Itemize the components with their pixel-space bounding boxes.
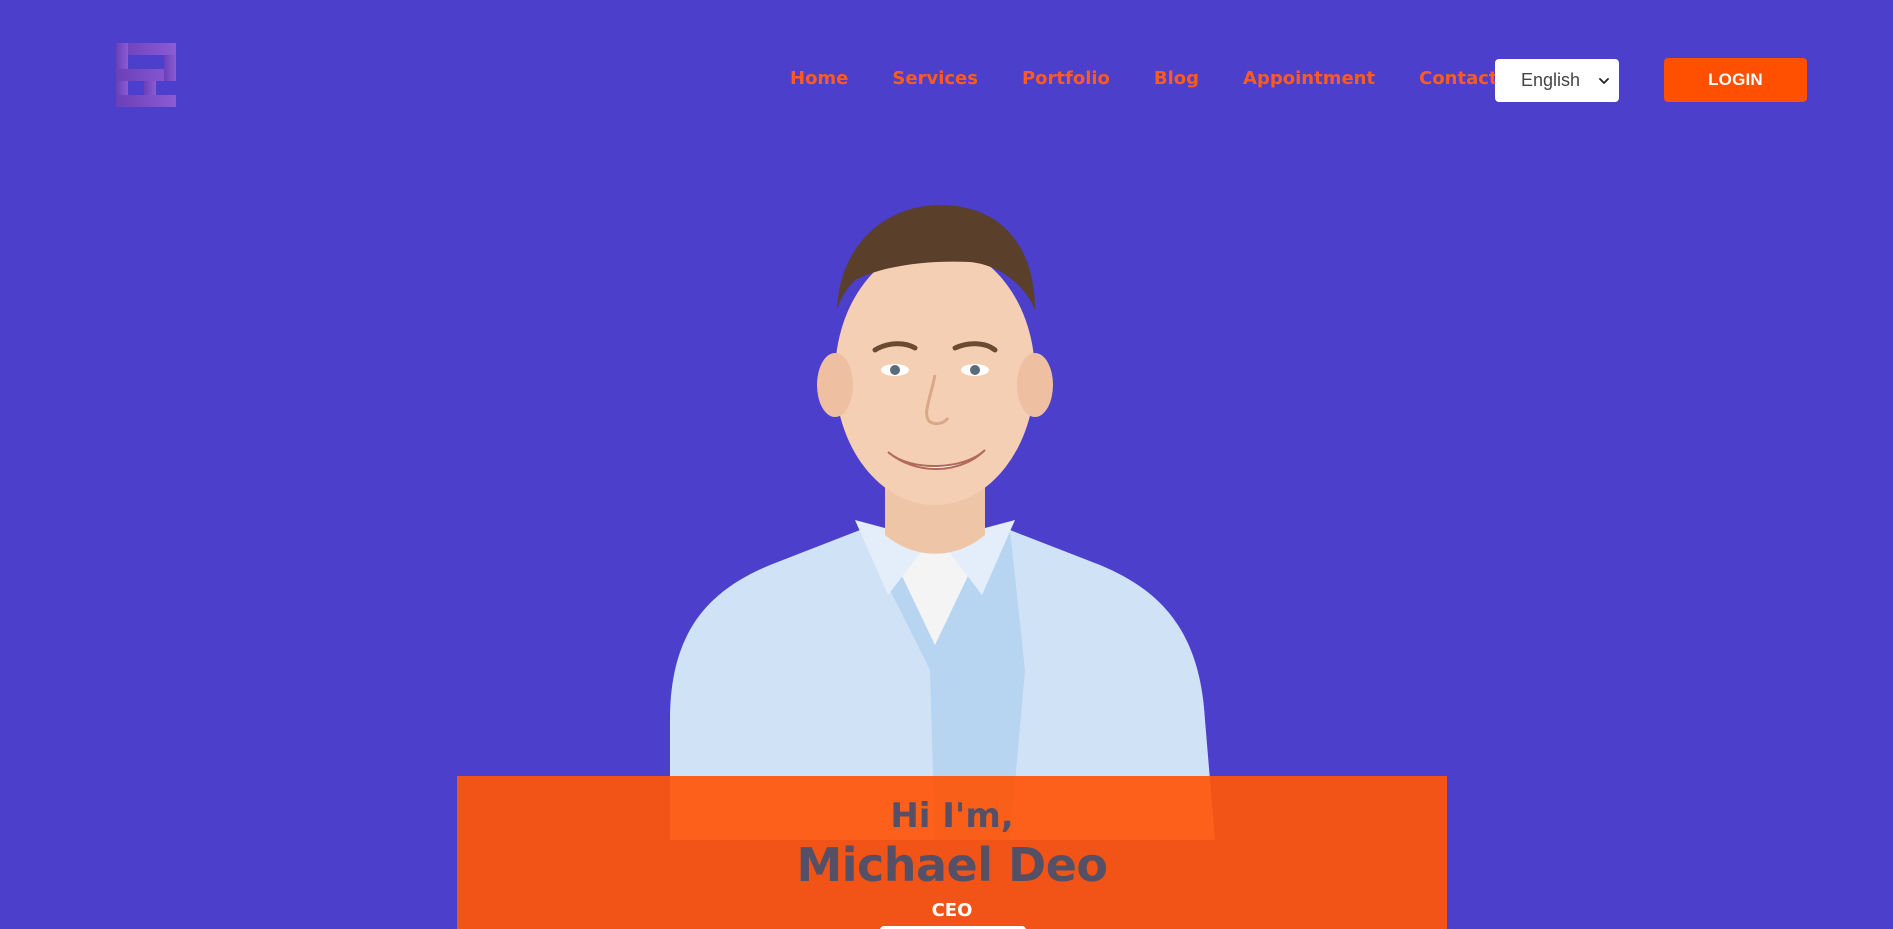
hero-role: CEO	[931, 900, 973, 921]
nav-item-home[interactable]: Home	[790, 67, 848, 91]
nav-item-blog[interactable]: Blog	[1154, 67, 1199, 91]
brand-logo-icon[interactable]	[116, 43, 176, 107]
hero-name: Michael Deo	[796, 838, 1108, 892]
nav-item-portfolio[interactable]: Portfolio	[1022, 67, 1110, 91]
nav-item-contact[interactable]: Contact	[1419, 67, 1497, 91]
language-select[interactable]: English	[1495, 59, 1619, 102]
hero-greeting: Hi I'm,	[890, 796, 1014, 836]
login-button[interactable]: LOGIN	[1664, 58, 1807, 102]
language-select-value: English	[1521, 70, 1581, 90]
main-nav: Home Services Portfolio Blog Appointment…	[790, 67, 1498, 91]
profile-photo	[670, 205, 1215, 840]
hero-card: Hi I'm, Michael Deo CEO	[457, 776, 1447, 929]
nav-item-services[interactable]: Services	[892, 67, 978, 91]
chevron-down-icon	[1599, 77, 1609, 84]
nav-item-appointment[interactable]: Appointment	[1243, 67, 1375, 91]
